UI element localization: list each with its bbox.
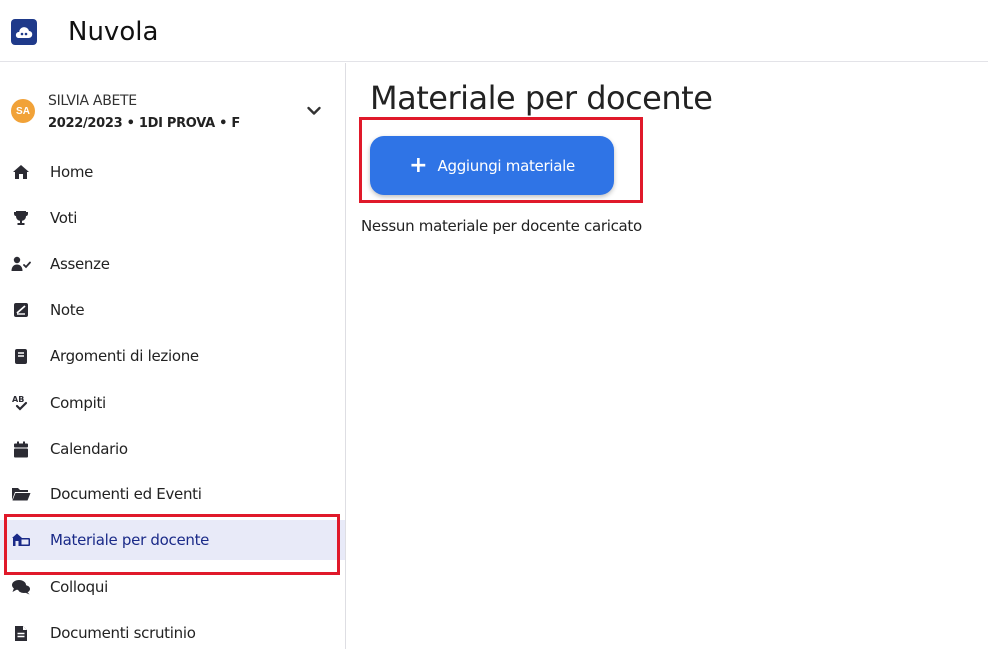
sidebar-item-label: Note bbox=[50, 301, 85, 319]
user-selector[interactable]: SA SILVIA ABETE 2022/2023 • 1DI PROVA • … bbox=[0, 63, 345, 143]
user-name: SILVIA ABETE bbox=[48, 93, 137, 109]
nuvola-logo-icon[interactable] bbox=[11, 19, 37, 45]
sidebar-item-calendario[interactable]: Calendario bbox=[0, 429, 345, 469]
top-bar: Nuvola bbox=[0, 0, 988, 62]
highlight-box-sidebar-item bbox=[4, 514, 340, 575]
page-title: Materiale per docente bbox=[370, 79, 713, 117]
sidebar-item-compiti[interactable]: AB Compiti bbox=[0, 383, 345, 423]
calendar-icon bbox=[11, 439, 31, 459]
sidebar-item-argomenti[interactable]: Argomenti di lezione bbox=[0, 336, 345, 376]
book-icon bbox=[11, 346, 31, 366]
chevron-down-icon[interactable] bbox=[306, 103, 322, 119]
sidebar-item-documenti-scrutinio[interactable]: Documenti scrutinio bbox=[0, 613, 345, 649]
sidebar-item-label: Argomenti di lezione bbox=[50, 347, 199, 365]
folder-open-icon bbox=[11, 484, 31, 504]
app-title: Nuvola bbox=[68, 17, 159, 47]
sidebar-item-label: Assenze bbox=[50, 255, 110, 273]
trophy-icon bbox=[11, 208, 31, 228]
user-check-icon bbox=[11, 254, 31, 274]
user-class-info: 2022/2023 • 1DI PROVA • F bbox=[48, 116, 240, 131]
sidebar-item-label: Documenti ed Eventi bbox=[50, 485, 202, 503]
sidebar-item-label: Colloqui bbox=[50, 578, 108, 596]
sidebar-item-label: Documenti scrutinio bbox=[50, 624, 196, 642]
sidebar-item-documenti-eventi[interactable]: Documenti ed Eventi bbox=[0, 474, 345, 514]
spellcheck-icon: AB bbox=[11, 393, 31, 413]
sidebar-item-voti[interactable]: Voti bbox=[0, 198, 345, 238]
sidebar-item-label: Voti bbox=[50, 209, 78, 227]
svg-text:AB: AB bbox=[12, 395, 24, 404]
avatar: SA bbox=[11, 99, 35, 123]
sidebar-item-label: Calendario bbox=[50, 440, 128, 458]
sidebar-item-label: Home bbox=[50, 163, 94, 181]
document-icon bbox=[11, 623, 31, 643]
note-icon bbox=[11, 300, 31, 320]
sidebar-item-label: Compiti bbox=[50, 394, 106, 412]
sidebar-item-assenze[interactable]: Assenze bbox=[0, 244, 345, 284]
highlight-box-add-button bbox=[359, 117, 643, 203]
home-icon bbox=[11, 162, 31, 182]
sidebar-item-note[interactable]: Note bbox=[0, 290, 345, 330]
chat-icon bbox=[11, 577, 31, 597]
empty-state-message: Nessun materiale per docente caricato bbox=[361, 217, 642, 235]
sidebar-item-home[interactable]: Home bbox=[0, 152, 345, 192]
